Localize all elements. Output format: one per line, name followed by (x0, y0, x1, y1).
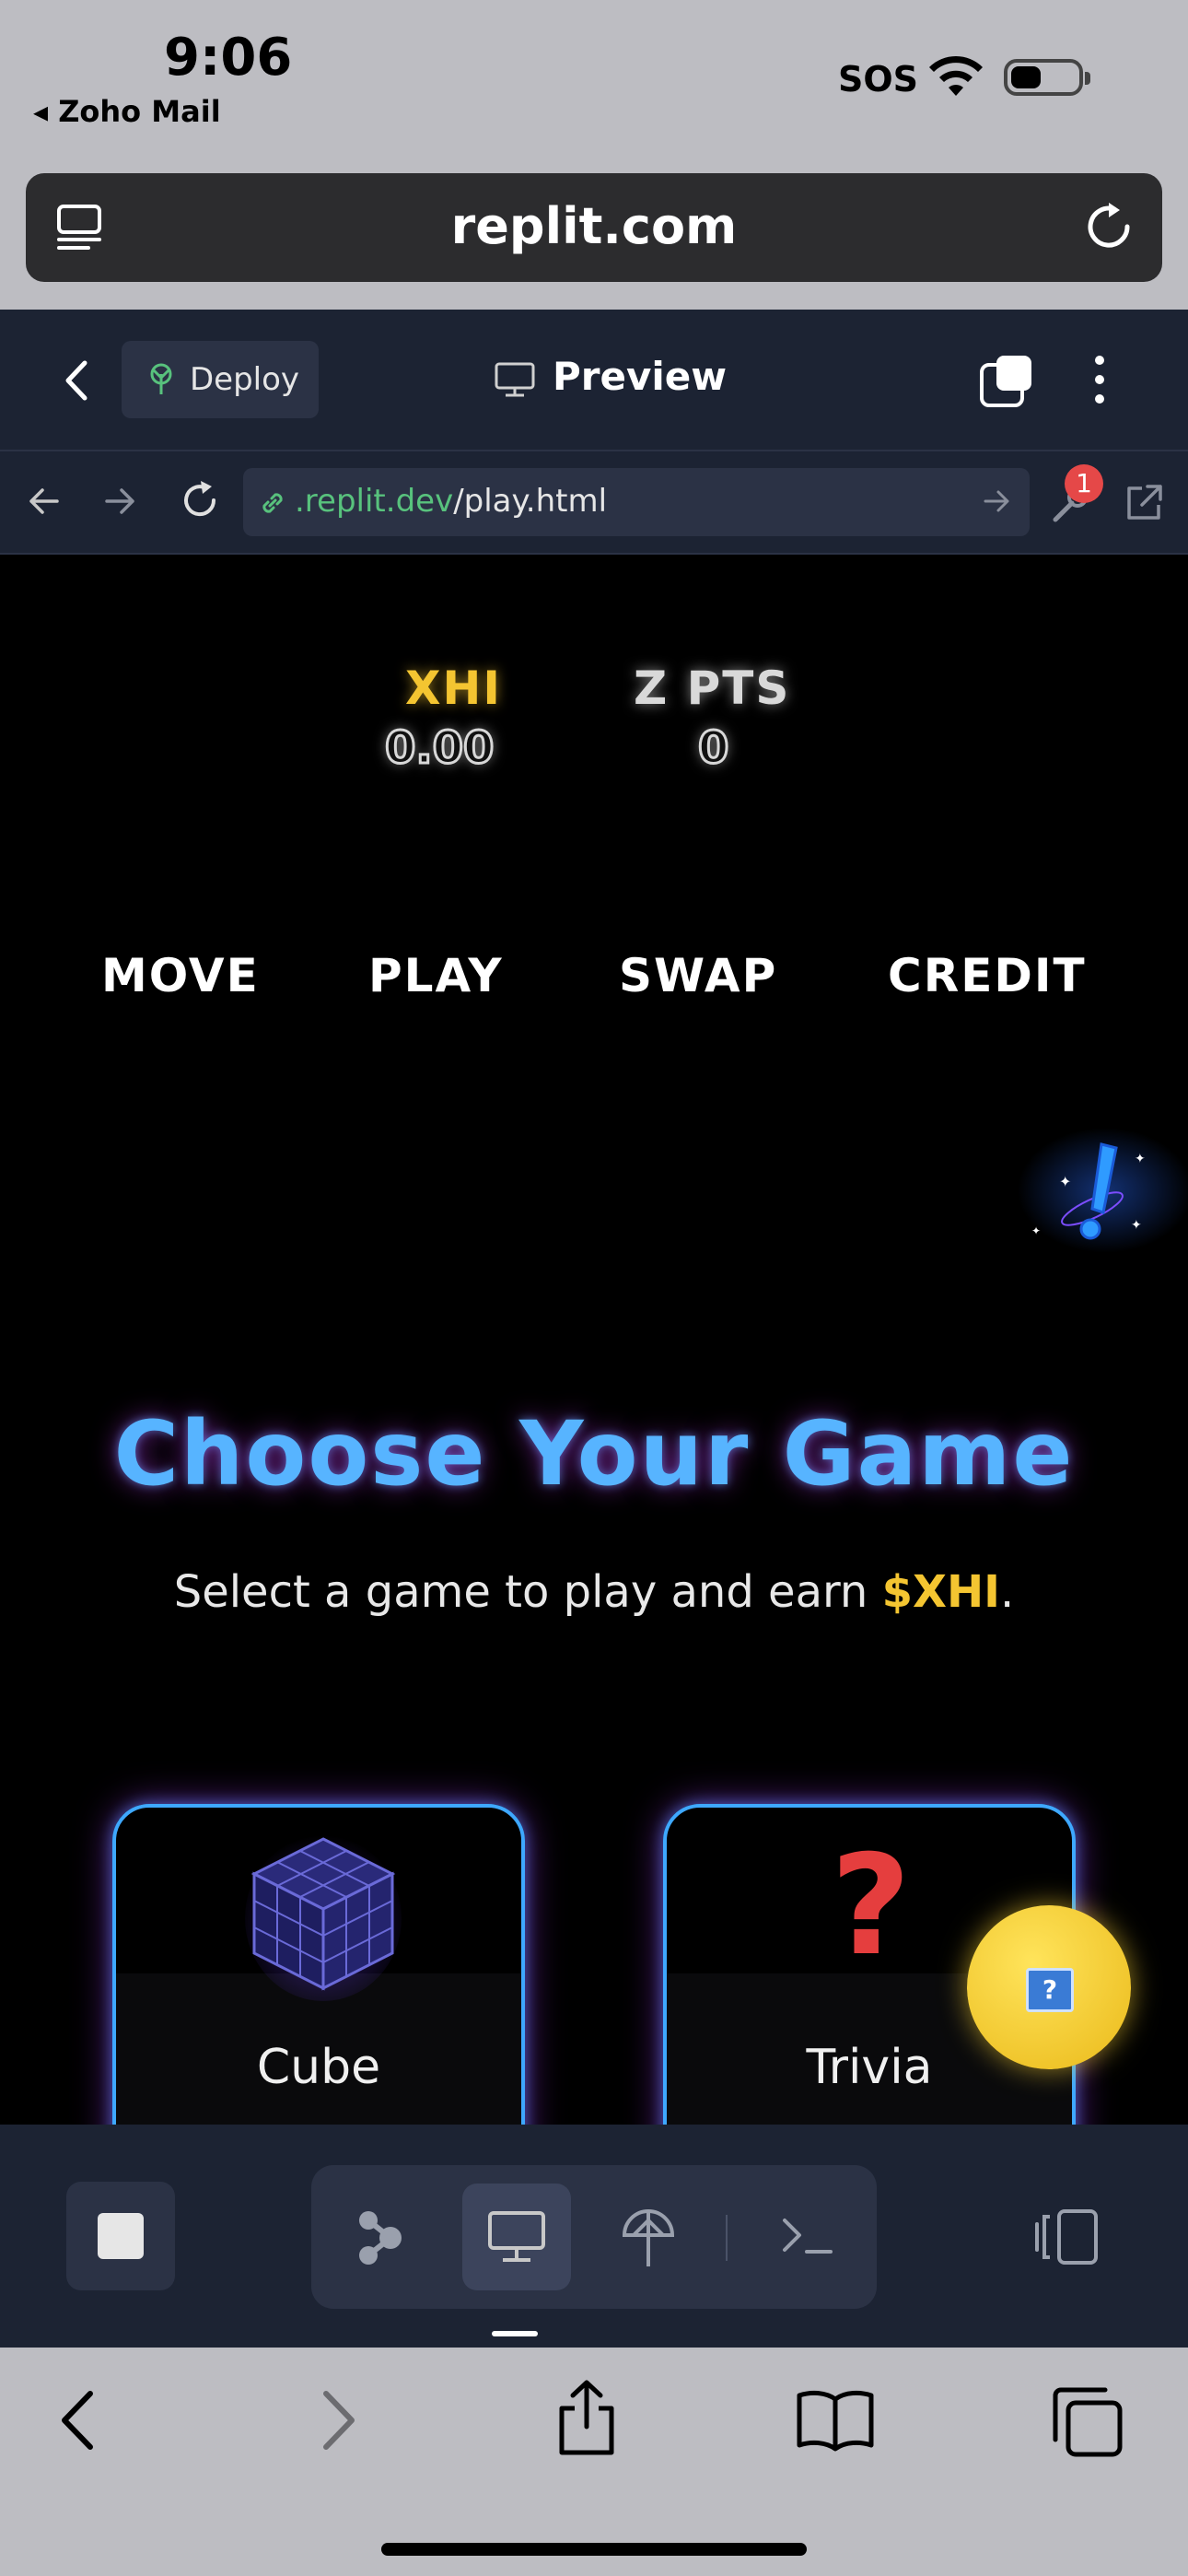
svg-text:✦: ✦ (1135, 1152, 1146, 1166)
monitor-icon (488, 2211, 545, 2262)
z-points-value: 0 (696, 721, 729, 776)
deploy-label: Deploy (190, 361, 300, 398)
game-card-cube[interactable]: Cube (112, 1804, 525, 2125)
safari-url-host[interactable]: replit.com (26, 197, 1162, 255)
link-icon (262, 493, 283, 513)
menu-credit[interactable]: CREDIT (888, 949, 1087, 1002)
subtitle-text: Select a game to play and earn (173, 1566, 882, 1618)
safari-address-bar[interactable]: replit.com (26, 173, 1162, 282)
refresh-icon[interactable] (179, 479, 221, 521)
menu-move[interactable]: MOVE (101, 949, 260, 1002)
question-mark-icon: ? (831, 1826, 912, 1986)
drag-handle[interactable] (492, 2331, 538, 2336)
tabs-icon[interactable] (1048, 2383, 1125, 2460)
back-icon[interactable] (57, 2388, 98, 2453)
help-question-icon: ? (1026, 1968, 1074, 2012)
bookmarks-icon[interactable] (794, 2388, 877, 2453)
help-fab-button[interactable]: ? (967, 1905, 1131, 2069)
stop-icon (98, 2213, 144, 2259)
back-to-app-link[interactable]: ◂ Zoho Mail (33, 94, 221, 129)
arrow-left-icon[interactable] (26, 483, 63, 520)
replit-bottom-toolbar (0, 2125, 1188, 2348)
stop-button[interactable] (66, 2182, 175, 2290)
share-icon[interactable] (554, 2379, 619, 2458)
chevron-left-icon[interactable] (63, 357, 90, 404)
preview-nav-bar: .replit.dev/play.html 1 (0, 451, 1188, 555)
battery-level (1011, 66, 1041, 88)
subtitle-period: . (1000, 1566, 1015, 1618)
menu-swap[interactable]: SWAP (619, 949, 777, 1002)
wifi-icon (929, 55, 983, 96)
deploy-icon (150, 363, 172, 394)
status-time: 9:06 (164, 28, 293, 88)
reload-icon[interactable] (1081, 199, 1136, 254)
z-points-label: Z PTS (634, 662, 791, 715)
carrier-status: SOS (838, 59, 919, 100)
home-indicator[interactable] (381, 2543, 807, 2556)
page-title: Choose Your Game (113, 1402, 1075, 1505)
menu-play[interactable]: PLAY (368, 949, 504, 1002)
xhi-balance-value: 0.00 (383, 721, 495, 776)
deploy-button[interactable]: Deploy (122, 341, 319, 418)
split-screen-icon[interactable] (1031, 2207, 1100, 2266)
svg-text:✦: ✦ (1031, 1224, 1041, 1237)
rubiks-cube-icon (245, 1835, 402, 2001)
xhi-balance-label: XHI (405, 662, 502, 715)
toolbar-divider (726, 2215, 728, 2261)
agent-icon[interactable] (350, 2207, 405, 2268)
monitor-icon (495, 362, 535, 397)
deploy-tab-icon[interactable] (619, 2206, 678, 2270)
svg-text:✦: ✦ (1059, 1173, 1071, 1190)
exclamation-alert-icon[interactable]: ✦ ✦ ✦ ✦ (1013, 1126, 1188, 1255)
split-view-icon[interactable] (978, 352, 1037, 411)
svg-text:✦: ✦ (1131, 1218, 1142, 1233)
open-external-icon[interactable] (1124, 483, 1164, 523)
page-subtitle: Select a game to play and earn $XHI. (0, 1566, 1188, 1618)
preview-url-domain: .replit.dev (295, 483, 454, 520)
tab-preview[interactable] (462, 2184, 571, 2290)
game-card-title: Cube (256, 2040, 381, 2095)
battery-icon (1004, 59, 1090, 96)
xhi-currency-highlight: $XHI (881, 1566, 1000, 1618)
forward-icon[interactable] (319, 2388, 359, 2453)
safari-toolbar (0, 2348, 1188, 2576)
game-viewport: XHI 0.00 Z PTS 0 MOVE PLAY SWAP CREDIT ✦… (0, 555, 1188, 2125)
tool-tabs (311, 2165, 877, 2309)
ios-status-area: 9:06 ◂ Zoho Mail SOS replit.com (0, 0, 1188, 310)
preview-url-path: /play.html (453, 483, 608, 520)
replit-header: Deploy Preview (0, 310, 1188, 451)
arrow-right-icon[interactable] (101, 483, 138, 520)
preview-url-field[interactable]: .replit.dev/play.html (243, 468, 1030, 536)
go-arrow-icon[interactable] (982, 486, 1011, 516)
devtools-count-badge: 1 (1065, 464, 1103, 503)
preview-title: Preview (553, 354, 728, 399)
more-options-icon[interactable] (1090, 356, 1109, 407)
terminal-icon[interactable] (779, 2213, 834, 2259)
